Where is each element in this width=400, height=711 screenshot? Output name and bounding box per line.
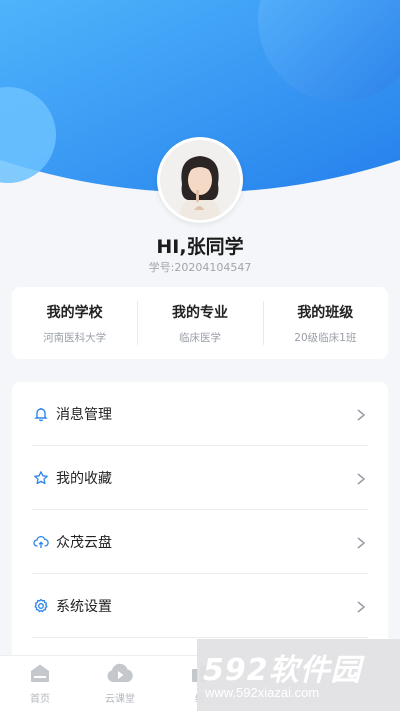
student-info-card: 我的学校 河南医科大学 我的专业 临床医学 我的班级 20级临床1班 [12, 287, 388, 359]
avatar-photo [160, 140, 240, 220]
greeting-title: HI,张同学 [156, 236, 244, 258]
info-class[interactable]: 我的班级 20级临床1班 [262, 295, 388, 351]
tab-home[interactable]: 首页 [0, 656, 80, 711]
avatar[interactable] [157, 137, 243, 223]
info-value: 河南医科大学 [43, 331, 107, 344]
chevron-right-icon [354, 407, 368, 421]
menu-label: 我的收藏 [56, 470, 112, 487]
tab-label: 云课堂 [105, 693, 135, 705]
play-cloud-icon [106, 663, 134, 687]
menu-item-favorites[interactable]: 我的收藏 [32, 446, 368, 510]
info-value: 临床医学 [178, 331, 221, 344]
star-icon [32, 469, 50, 487]
chevron-right-icon [354, 471, 368, 485]
watermark-brand: 592软件园 [203, 653, 362, 688]
bell-icon [32, 405, 50, 423]
info-value: 20级临床1班 [294, 331, 357, 344]
info-school[interactable]: 我的学校 河南医科大学 [12, 295, 137, 351]
tab-label: 首页 [30, 693, 50, 705]
info-title: 我的学校 [46, 304, 103, 321]
menu-card: 消息管理 我的收藏 众茂云盘 系统设置 [12, 382, 388, 672]
watermark-url: www.592xiazai.com [205, 685, 320, 700]
tab-cloud-class[interactable]: 云课堂 [80, 656, 160, 711]
menu-item-messages[interactable]: 消息管理 [32, 382, 368, 446]
menu-item-settings[interactable]: 系统设置 [32, 574, 368, 638]
watermark: 592软件园 www.592xiazai.com [197, 639, 400, 711]
chevron-right-icon [354, 599, 368, 613]
menu-label: 消息管理 [56, 406, 112, 423]
cloud-upload-icon [32, 533, 50, 551]
student-id: 学号:20204104547 [148, 261, 252, 274]
menu-item-cloud-drive[interactable]: 众茂云盘 [32, 510, 368, 574]
menu-label: 系统设置 [56, 598, 112, 615]
info-title: 我的班级 [297, 304, 354, 321]
info-major[interactable]: 我的专业 临床医学 [137, 295, 262, 351]
menu-label: 众茂云盘 [56, 534, 112, 551]
gear-icon [32, 597, 50, 615]
chevron-right-icon [354, 535, 368, 549]
info-title: 我的专业 [171, 304, 228, 321]
home-icon [29, 663, 51, 687]
